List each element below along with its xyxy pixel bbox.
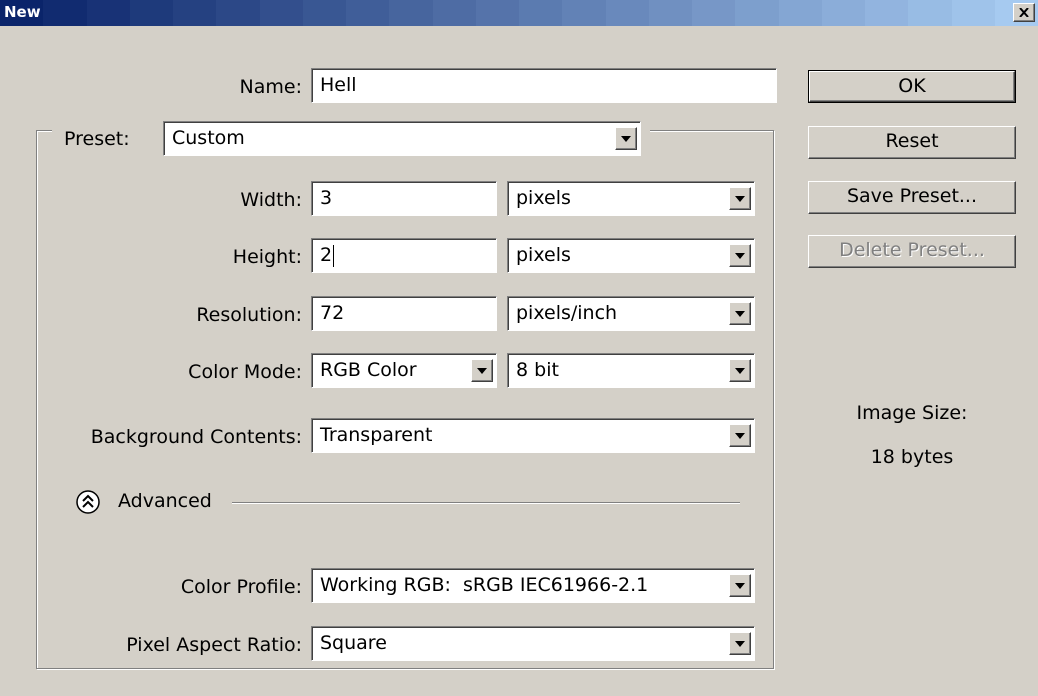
color-profile-value: Working RGB: sRGB IEC61966-2.1	[320, 574, 649, 596]
chevron-down-icon[interactable]	[615, 127, 637, 150]
text-caret	[333, 244, 335, 267]
title-bar-stripe	[216, 0, 260, 26]
preset-select-value: Custom	[172, 127, 245, 149]
chevron-down-icon[interactable]	[729, 424, 751, 447]
height-input[interactable]: 2	[311, 238, 497, 273]
title-bar-stripe	[735, 0, 779, 26]
image-size-label: Image Size:	[856, 402, 968, 424]
title-bar-stripe	[475, 0, 519, 26]
close-button[interactable]	[1013, 3, 1035, 22]
title-bar-stripe	[865, 0, 909, 26]
color-profile-select[interactable]: Working RGB: sRGB IEC61966-2.1	[311, 568, 755, 603]
preset-label: Preset:	[64, 128, 130, 150]
title-bar-stripe	[432, 0, 476, 26]
title-bar-stripe	[519, 0, 563, 26]
width-unit-select[interactable]: pixels	[507, 181, 755, 216]
chevron-down-icon[interactable]	[729, 574, 751, 597]
title-bar-stripe	[951, 0, 995, 26]
preset-select[interactable]: Custom	[163, 121, 641, 156]
reset-button[interactable]: Reset	[808, 126, 1016, 159]
image-size-value: 18 bytes	[870, 446, 954, 468]
background-contents-value: Transparent	[320, 424, 433, 446]
title-bar-stripe	[605, 0, 649, 26]
chevron-down-icon[interactable]	[471, 359, 493, 382]
width-input[interactable]: 3	[311, 181, 497, 216]
chevron-down-icon[interactable]	[729, 302, 751, 325]
color-profile-label: Color Profile:	[180, 576, 302, 598]
ok-button[interactable]: OK	[808, 70, 1016, 103]
title-bar-stripe	[821, 0, 865, 26]
resolution-unit-value: pixels/inch	[516, 302, 618, 324]
title-bar[interactable]: New	[0, 0, 1038, 26]
title-bar-stripe	[562, 0, 606, 26]
title-bar-stripe	[86, 0, 130, 26]
resolution-label: Resolution:	[196, 304, 302, 326]
collapse-advanced-icon[interactable]	[75, 489, 101, 515]
chevron-down-icon[interactable]	[729, 359, 751, 382]
background-contents-select[interactable]: Transparent	[311, 418, 755, 453]
pixel-aspect-label: Pixel Aspect Ratio:	[126, 634, 302, 656]
title-bar-stripe	[129, 0, 173, 26]
resolution-unit-select[interactable]: pixels/inch	[507, 296, 755, 331]
pixel-aspect-value: Square	[320, 632, 387, 654]
title-bar-stripe	[302, 0, 346, 26]
height-input-value: 2	[320, 244, 333, 266]
resolution-input[interactable]: 72	[311, 296, 497, 331]
height-unit-select[interactable]: pixels	[507, 238, 755, 273]
chevron-down-icon[interactable]	[729, 187, 751, 210]
width-input-value: 3	[320, 187, 333, 209]
name-label: Name:	[239, 76, 302, 98]
save-preset-button[interactable]: Save Preset...	[808, 181, 1016, 214]
title-bar-stripe	[259, 0, 303, 26]
chevron-down-icon[interactable]	[729, 632, 751, 655]
title-bar-stripe	[648, 0, 692, 26]
title-bar-stripe	[43, 0, 87, 26]
color-mode-select[interactable]: RGB Color	[311, 353, 497, 388]
bit-depth-select[interactable]: 8 bit	[507, 353, 755, 388]
title-bar-gradient	[0, 0, 1038, 26]
color-mode-label: Color Mode:	[188, 361, 302, 383]
height-label: Height:	[232, 246, 302, 268]
title-bar-stripe	[389, 0, 433, 26]
name-input[interactable]: Hell	[311, 68, 777, 103]
bit-depth-value: 8 bit	[516, 359, 559, 381]
advanced-label[interactable]: Advanced	[118, 490, 212, 512]
height-unit-value: pixels	[516, 244, 571, 266]
background-contents-label: Background Contents:	[90, 426, 302, 448]
title-bar-stripe	[692, 0, 736, 26]
pixel-aspect-select[interactable]: Square	[311, 626, 755, 661]
title-bar-stripe	[173, 0, 217, 26]
delete-preset-button[interactable]: Delete Preset...	[808, 235, 1016, 268]
color-mode-value: RGB Color	[320, 359, 417, 381]
close-icon	[1019, 8, 1029, 17]
title-bar-stripe	[908, 0, 952, 26]
window-title: New	[4, 3, 41, 21]
advanced-separator	[232, 502, 740, 504]
name-input-value: Hell	[320, 74, 357, 96]
resolution-input-value: 72	[320, 302, 345, 324]
title-bar-stripe	[778, 0, 822, 26]
chevron-down-icon[interactable]	[729, 244, 751, 267]
title-bar-stripe	[346, 0, 390, 26]
width-unit-value: pixels	[516, 187, 571, 209]
width-label: Width:	[240, 189, 302, 211]
